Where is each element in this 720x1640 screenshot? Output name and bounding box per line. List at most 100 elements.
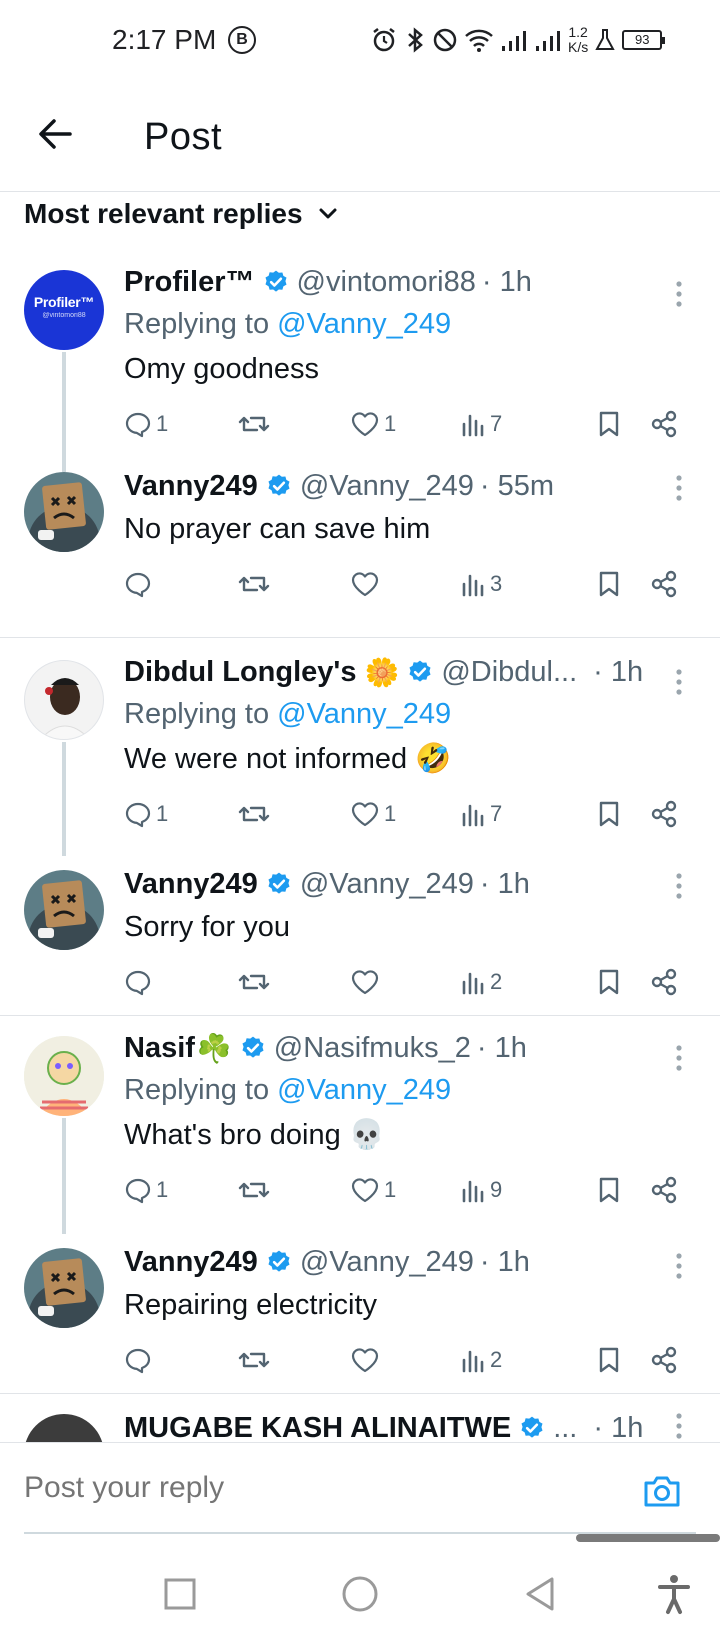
views-button[interactable]: 7 [460, 406, 502, 442]
avatar[interactable]: Profiler™ @vintomori88 [24, 270, 104, 350]
author-handle[interactable]: @Vanny_249 [300, 1246, 474, 1279]
author-name[interactable]: MUGABE KASH ALINAITWE [124, 1412, 511, 1443]
reply-button[interactable]: 1 [124, 406, 168, 442]
author-name[interactable]: Profiler™ [124, 266, 255, 299]
author-name[interactable]: Vanny249 [124, 470, 258, 503]
avatar[interactable] [24, 472, 104, 552]
like-button[interactable] [350, 566, 384, 602]
share-button[interactable] [650, 566, 678, 602]
reply-item[interactable]: Vanny249 @Vanny_249 · 1h Sorry for you 2 [0, 848, 720, 998]
reply-button[interactable]: 1 [124, 1172, 168, 1208]
reply-input[interactable] [24, 1471, 584, 1505]
like-button[interactable]: 1 [350, 796, 396, 832]
sort-dropdown[interactable]: Most relevant replies [24, 196, 339, 232]
reply-button[interactable] [124, 1342, 156, 1378]
repost-button[interactable] [238, 406, 274, 442]
more-options-icon[interactable] [664, 1408, 694, 1442]
more-options-icon[interactable] [664, 1248, 694, 1284]
views-chart-icon [460, 1346, 486, 1374]
reply-item[interactable]: Profiler™ @vintomori88 Profiler™ @vintom… [0, 252, 720, 472]
sort-label: Most relevant replies [24, 198, 303, 229]
views-chart-icon [460, 800, 486, 828]
author-handle[interactable]: ... [553, 1412, 577, 1443]
more-options-icon[interactable] [664, 470, 694, 506]
share-button[interactable] [650, 406, 678, 442]
like-button[interactable] [350, 1342, 384, 1378]
mention-link[interactable]: @Vanny_249 [277, 308, 451, 340]
more-options-icon[interactable] [664, 868, 694, 904]
reply-item[interactable]: Nasif ☘️ @Nasifmuks_2 · 1h Replying to @… [0, 1016, 720, 1234]
recents-square-icon[interactable] [156, 1570, 204, 1618]
action-bar: 3 [124, 558, 720, 614]
camera-icon[interactable] [640, 1469, 684, 1513]
author-handle[interactable]: @Vanny_249 [300, 470, 474, 503]
repost-button[interactable] [238, 1172, 274, 1208]
verified-badge-icon [266, 1249, 292, 1275]
system-navbar [0, 1548, 720, 1640]
bookmark-button[interactable] [596, 406, 622, 442]
action-bar: 2 [124, 1334, 720, 1390]
mention-link[interactable]: @Vanny_249 [277, 698, 451, 730]
repost-icon [238, 570, 270, 598]
reply-item[interactable]: Dibdul Longley's 🌼 @Dibdul... · 1h Reply… [0, 638, 720, 856]
share-button[interactable] [650, 964, 678, 1000]
bookmark-button[interactable] [596, 964, 622, 1000]
views-button[interactable]: 9 [460, 1172, 502, 1208]
repost-button[interactable] [238, 796, 274, 832]
author-name[interactable]: Vanny249 [124, 868, 258, 901]
views-button[interactable]: 7 [460, 796, 502, 832]
avatar[interactable] [24, 1036, 104, 1116]
bookmark-button[interactable] [596, 566, 622, 602]
post-time: · 1h [479, 867, 530, 900]
more-options-icon[interactable] [664, 1040, 694, 1076]
accessibility-icon[interactable] [650, 1570, 698, 1618]
heart-icon [350, 570, 380, 598]
bookmark-button[interactable] [596, 796, 622, 832]
flower-emoji: 🌼 [364, 656, 400, 688]
views-button[interactable]: 3 [460, 566, 502, 602]
reply-item[interactable]: Vanny249 @Vanny_249 · 55m No prayer can … [0, 462, 720, 612]
bookmark-button[interactable] [596, 1172, 622, 1208]
avatar[interactable] [24, 1414, 104, 1442]
share-button[interactable] [650, 1342, 678, 1378]
status-time: 2:17 PM [112, 24, 217, 55]
more-options-icon[interactable] [664, 664, 694, 700]
repost-button[interactable] [238, 1342, 274, 1378]
author-handle[interactable]: @Dibdul... [441, 656, 577, 689]
back-triangle-icon[interactable] [516, 1570, 564, 1618]
like-button[interactable]: 1 [350, 1172, 396, 1208]
views-button[interactable]: 2 [460, 1342, 502, 1378]
reply-icon [124, 968, 152, 996]
views-chart-icon [460, 410, 486, 438]
reply-item[interactable]: MUGABE KASH ALINAITWE ... · 1h [0, 1394, 720, 1442]
like-button[interactable] [350, 964, 384, 1000]
share-button[interactable] [650, 1172, 678, 1208]
reply-item[interactable]: Vanny249 @Vanny_249 · 1h Repairing elect… [0, 1226, 720, 1376]
arrow-left-icon[interactable] [34, 112, 78, 156]
reply-button[interactable] [124, 964, 156, 1000]
author-name[interactable]: Nasif [124, 1032, 195, 1065]
home-circle-icon[interactable] [336, 1570, 384, 1618]
avatar[interactable] [24, 660, 104, 740]
mention-link[interactable]: @Vanny_249 [277, 1074, 451, 1106]
chevron-down-icon [319, 208, 337, 219]
author-name[interactable]: Dibdul Longley's [124, 656, 356, 689]
reply-button[interactable]: 1 [124, 796, 168, 832]
like-button[interactable]: 1 [350, 406, 396, 442]
reply-icon [124, 570, 152, 598]
avatar[interactable] [24, 870, 104, 950]
share-button[interactable] [650, 796, 678, 832]
author-handle[interactable]: @Vanny_249 [300, 868, 474, 901]
views-button[interactable]: 2 [460, 964, 502, 1000]
author-handle[interactable]: @vintomori88 [297, 266, 476, 299]
author-name[interactable]: Vanny249 [124, 1246, 258, 1279]
more-options-icon[interactable] [664, 276, 694, 312]
wifi-icon [465, 29, 493, 52]
bookmark-button[interactable] [596, 1342, 622, 1378]
avatar[interactable] [24, 1248, 104, 1328]
reply-button[interactable] [124, 566, 156, 602]
repost-button[interactable] [238, 964, 274, 1000]
gesture-handle[interactable] [576, 1534, 720, 1542]
author-handle[interactable]: @Nasifmuks_2 [274, 1032, 471, 1065]
repost-button[interactable] [238, 566, 274, 602]
